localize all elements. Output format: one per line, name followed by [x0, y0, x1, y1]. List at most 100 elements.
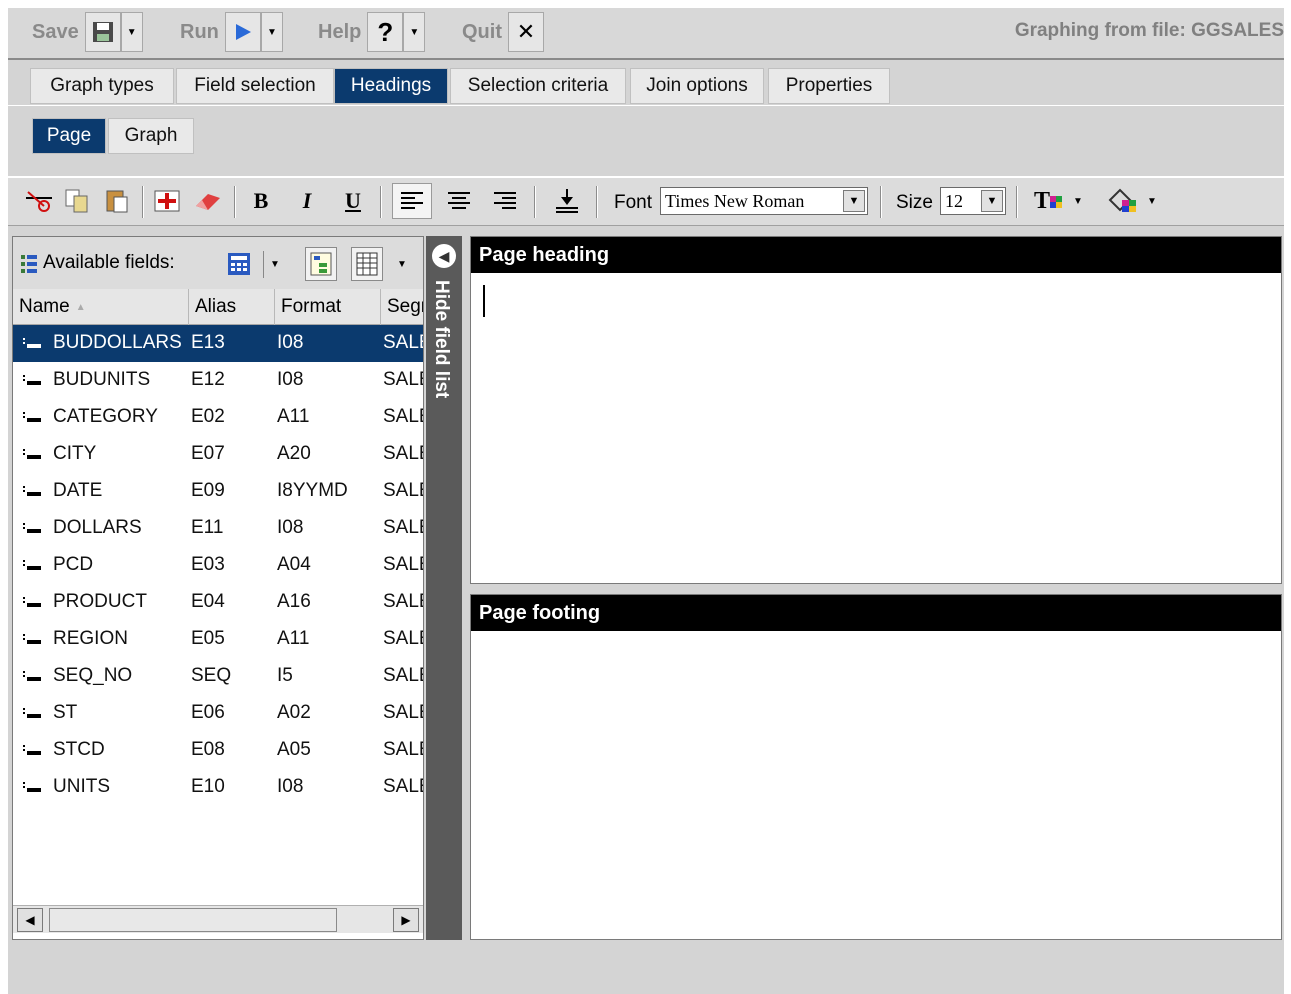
field-alias: E08: [191, 739, 225, 760]
chevron-down-icon[interactable]: ▼: [981, 190, 1003, 212]
field-row[interactable]: CATEGORY E02 A11 SALES: [13, 399, 423, 436]
cut-icon[interactable]: [22, 186, 56, 216]
scrollbar-thumb[interactable]: [49, 908, 337, 932]
calculator-icon[interactable]: [225, 249, 253, 279]
chevron-down-icon[interactable]: ▼: [843, 190, 865, 212]
field-icon: [23, 521, 45, 535]
calculator-dropdown-icon[interactable]: ▼: [263, 251, 286, 278]
run-dropdown-icon[interactable]: ▼: [260, 12, 283, 52]
tab-selection-criteria[interactable]: Selection criteria: [450, 68, 626, 104]
field-row[interactable]: UNITS E10 I08 SALES: [13, 769, 423, 806]
align-center-icon[interactable]: [442, 186, 476, 216]
page-heading-text-area[interactable]: [471, 273, 1281, 583]
field-icon: [23, 447, 45, 461]
collapse-arrow-icon[interactable]: ◀: [432, 244, 456, 268]
insert-field-icon[interactable]: [150, 186, 184, 216]
insert-line-icon[interactable]: [550, 186, 584, 216]
italic-button[interactable]: I: [292, 186, 322, 216]
sort-ascending-icon: ▲: [75, 301, 86, 313]
help-icon[interactable]: ?: [367, 12, 404, 52]
tab-headings[interactable]: Headings: [334, 68, 448, 104]
main-tab-bar: Graph types Field selection Headings Sel…: [8, 66, 1284, 106]
field-row[interactable]: STCD E08 A05 SALES: [13, 732, 423, 769]
copy-icon[interactable]: [60, 186, 94, 216]
column-header-alias[interactable]: Alias: [189, 289, 275, 325]
save-dropdown-icon[interactable]: ▼: [120, 12, 143, 52]
run-label[interactable]: Run: [176, 21, 223, 44]
save-icon[interactable]: [84, 12, 121, 52]
field-name: BUDUNITS: [53, 369, 151, 390]
font-select[interactable]: Times New Roman ▼: [660, 187, 868, 215]
fill-color-icon[interactable]: [1104, 186, 1140, 216]
hide-field-list-toggle[interactable]: ◀ Hide field list: [426, 236, 462, 940]
field-list-header: Name ▲ Alias Format Segment: [13, 289, 423, 325]
field-segment: SALES: [383, 517, 423, 538]
field-row[interactable]: PCD E03 A04 SALES: [13, 547, 423, 584]
field-row[interactable]: BUDUNITS E12 I08 SALES: [13, 362, 423, 399]
size-select[interactable]: 12 ▼: [940, 187, 1006, 215]
hide-field-list-label[interactable]: Hide field list: [430, 280, 452, 398]
field-row[interactable]: ST E06 A02 SALES: [13, 695, 423, 732]
text-color-icon[interactable]: T: [1030, 186, 1066, 216]
help-label[interactable]: Help: [314, 21, 365, 44]
field-name: PCD: [53, 554, 94, 575]
scroll-right-icon[interactable]: ▶: [393, 908, 419, 932]
column-header-name[interactable]: Name ▲: [13, 289, 189, 325]
field-format: A05: [277, 739, 311, 760]
tab-join-options[interactable]: Join options: [630, 68, 764, 104]
field-format: I08: [277, 776, 304, 797]
help-dropdown-icon[interactable]: ▼: [403, 12, 426, 52]
close-icon[interactable]: ✕: [508, 12, 544, 52]
field-segment: SALES: [383, 739, 423, 760]
field-alias: E05: [191, 628, 225, 649]
size-select-value: 12: [945, 190, 963, 211]
quit-label[interactable]: Quit: [458, 21, 506, 44]
field-row[interactable]: DATE E09 I8YYMD SALES: [13, 473, 423, 510]
run-icon[interactable]: [224, 12, 261, 52]
field-row[interactable]: REGION E05 A11 SALES: [13, 621, 423, 658]
field-icon: [23, 669, 45, 683]
align-left-icon[interactable]: [392, 183, 432, 219]
grid-view-icon[interactable]: [351, 247, 383, 281]
field-row[interactable]: DOLLARS E11 I08 SALES: [13, 510, 423, 547]
field-row[interactable]: SEQ_NO SEQ I5 SALES: [13, 658, 423, 695]
toolbar-separator: [1016, 186, 1018, 218]
field-segment: SALES: [383, 702, 423, 723]
tree-view-icon[interactable]: [305, 247, 337, 281]
field-segment: SALES: [383, 554, 423, 575]
toolbar-separator: [234, 186, 236, 218]
paste-icon[interactable]: [100, 186, 134, 216]
column-header-format[interactable]: Format: [275, 289, 381, 325]
subtab-graph[interactable]: Graph: [108, 118, 194, 154]
bold-button[interactable]: B: [246, 186, 276, 216]
save-label[interactable]: Save: [28, 21, 83, 44]
page-footing-text-area[interactable]: [471, 631, 1281, 939]
tab-properties[interactable]: Properties: [768, 68, 890, 104]
view-dropdown-icon[interactable]: ▼: [397, 259, 407, 270]
fill-color-dropdown-icon[interactable]: ▼: [1144, 186, 1160, 216]
font-label: Font: [614, 192, 653, 213]
subtab-page[interactable]: Page: [32, 118, 106, 154]
column-header-segment[interactable]: Segment: [381, 289, 423, 325]
eraser-icon[interactable]: [190, 186, 226, 216]
field-alias: E11: [191, 517, 224, 538]
size-label: Size: [896, 192, 933, 213]
field-format: I08: [277, 369, 304, 390]
field-alias: E13: [191, 332, 225, 353]
field-row[interactable]: CITY E07 A20 SALES: [13, 436, 423, 473]
tab-field-selection[interactable]: Field selection: [176, 68, 334, 104]
field-name: SEQ_NO: [53, 665, 133, 686]
toolbar-separator: [880, 186, 882, 218]
field-row[interactable]: PRODUCT E04 A16 SALES: [13, 584, 423, 621]
field-icon: [23, 706, 45, 720]
field-icon: [23, 336, 45, 350]
align-right-icon[interactable]: [488, 186, 522, 216]
save-group: Save ▼: [28, 8, 143, 56]
field-row[interactable]: BUDDOLLARS E13 I08 SALES: [13, 325, 423, 362]
underline-button[interactable]: U: [338, 186, 368, 216]
scroll-left-icon[interactable]: ◀: [17, 908, 43, 932]
horizontal-scrollbar[interactable]: ◀ ▶: [13, 905, 423, 933]
tab-graph-types[interactable]: Graph types: [30, 68, 174, 104]
field-alias: E02: [191, 406, 225, 427]
text-color-dropdown-icon[interactable]: ▼: [1070, 186, 1086, 216]
